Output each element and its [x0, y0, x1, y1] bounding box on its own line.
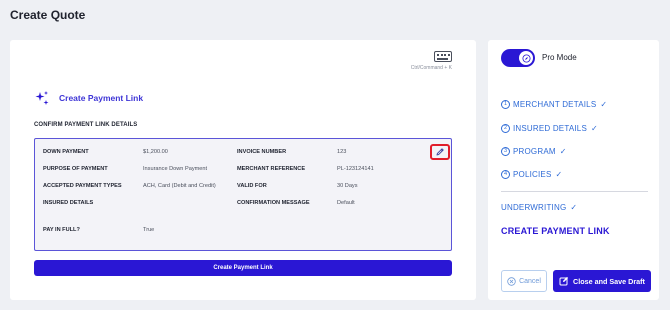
- pro-mode-toggle[interactable]: [501, 49, 535, 67]
- check-icon: ✓: [570, 203, 578, 212]
- page-title: Create Quote: [10, 8, 86, 22]
- keyboard-icon[interactable]: [434, 51, 452, 62]
- step-label: INSURED DETAILS: [513, 124, 587, 133]
- purpose-label: PURPOSE OF PAYMENT: [43, 166, 108, 172]
- section-title: Create Payment Link: [59, 93, 144, 103]
- step-label: MERCHANT DETAILS: [513, 100, 597, 109]
- check-icon: ✓: [555, 170, 563, 179]
- close-and-save-draft-button[interactable]: Close and Save Draft: [553, 270, 651, 292]
- step-merchant-details[interactable]: 1 MERCHANT DETAILS ✓: [501, 100, 607, 109]
- cancel-button[interactable]: Cancel: [501, 270, 547, 292]
- step-divider: [501, 191, 648, 192]
- cancel-label: Cancel: [519, 277, 541, 285]
- step-number: 2: [501, 124, 510, 133]
- side-panel: Pro Mode 1 MERCHANT DETAILS ✓ 2 INSURED …: [488, 40, 659, 300]
- down-payment-value: $1,200.00: [143, 149, 168, 155]
- confirmation-message-label: CONFIRMATION MESSAGE: [237, 200, 310, 206]
- create-payment-link-button[interactable]: Create Payment Link: [34, 260, 452, 276]
- pay-in-full-value: True: [143, 227, 155, 233]
- step-insured-details[interactable]: 2 INSURED DETAILS ✓: [501, 124, 598, 133]
- confirmation-message-value: Default: [337, 200, 355, 206]
- invoice-number-value: 123: [337, 149, 347, 155]
- step-label: POLICIES: [513, 170, 552, 179]
- edit-details-button[interactable]: [430, 144, 450, 160]
- payment-link-card: Ctrl/Command + K Create Payment Link CON…: [10, 40, 476, 300]
- purpose-value: Insurance Down Payment: [143, 166, 208, 172]
- step-number: 4: [501, 170, 510, 179]
- step-label: PROGRAM: [513, 147, 556, 156]
- step-label: UNDERWRITING: [501, 203, 567, 212]
- check-icon: ✓: [559, 147, 567, 156]
- close-circle-icon: [507, 276, 516, 286]
- merchant-reference-label: MERCHANT REFERENCE: [237, 166, 306, 172]
- sparkle-icon: [35, 91, 49, 105]
- pro-mode-label: Pro Mode: [542, 53, 577, 62]
- valid-for-value: 30 Days: [337, 183, 358, 189]
- step-number: 1: [501, 100, 510, 109]
- shortcut-caption: Ctrl/Command + K: [410, 65, 452, 71]
- accepted-types-label: ACCEPTED PAYMENT TYPES: [43, 183, 122, 189]
- edit-square-icon: [559, 276, 569, 286]
- merchant-reference-value: PL-123124141: [337, 166, 374, 172]
- step-policies[interactable]: 4 POLICIES ✓: [501, 170, 562, 179]
- insured-details-label: INSURED DETAILS: [43, 200, 94, 206]
- payment-details-box: DOWN PAYMENT $1,200.00 PURPOSE OF PAYMEN…: [34, 138, 452, 251]
- invoice-number-label: INVOICE NUMBER: [237, 149, 287, 155]
- confirm-details-heading: CONFIRM PAYMENT LINK DETAILS: [34, 122, 138, 128]
- current-step-title: CREATE PAYMENT LINK: [501, 226, 610, 236]
- step-program[interactable]: 3 PROGRAM ✓: [501, 147, 567, 156]
- save-label: Close and Save Draft: [573, 276, 645, 286]
- step-number: 3: [501, 147, 510, 156]
- section-header: Create Payment Link: [34, 90, 143, 106]
- toggle-knob: [519, 51, 533, 65]
- valid-for-label: VALID FOR: [237, 183, 267, 189]
- compass-icon: [522, 54, 530, 62]
- step-underwriting[interactable]: UNDERWRITING ✓: [501, 203, 577, 212]
- pencil-icon: [436, 148, 444, 156]
- down-payment-label: DOWN PAYMENT: [43, 149, 89, 155]
- accepted-types-value: ACH, Card (Debit and Credit): [143, 183, 216, 189]
- pay-in-full-label: PAY IN FULL?: [43, 227, 80, 233]
- check-icon: ✓: [590, 124, 598, 133]
- check-icon: ✓: [600, 100, 608, 109]
